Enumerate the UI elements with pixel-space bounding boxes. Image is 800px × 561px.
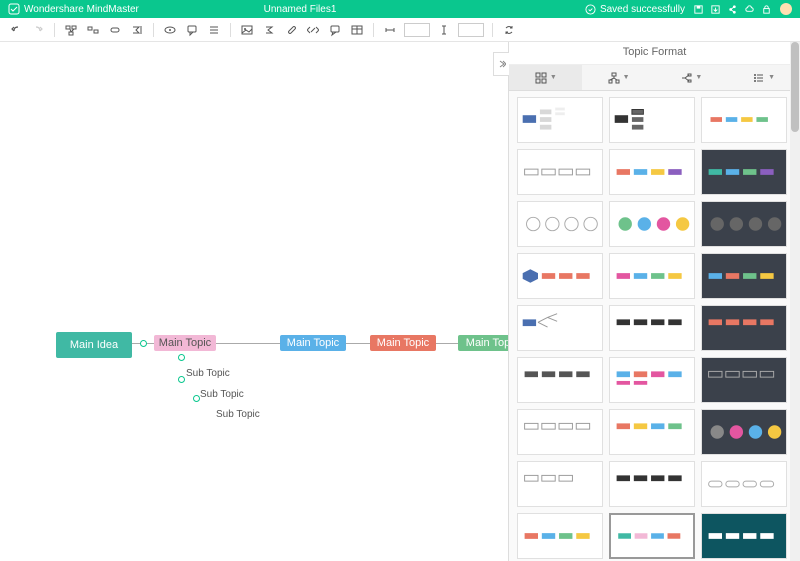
theme-option[interactable] <box>701 253 787 299</box>
height-icon <box>436 22 452 38</box>
title-bar: Wondershare MindMaster Unnamed Files1 Sa… <box>0 0 800 18</box>
theme-option[interactable] <box>609 253 695 299</box>
note-button[interactable] <box>327 22 343 38</box>
theme-option[interactable] <box>609 461 695 507</box>
numbering-button[interactable] <box>206 22 222 38</box>
callout-button[interactable] <box>184 22 200 38</box>
theme-option[interactable] <box>701 357 787 403</box>
grid-icon <box>534 71 548 85</box>
connector-line <box>216 343 280 344</box>
chevron-down-icon: ▼ <box>695 74 702 81</box>
attachment-button[interactable] <box>283 22 299 38</box>
toolbar <box>0 18 800 42</box>
subtopic-button[interactable] <box>63 22 79 38</box>
main-topic-node[interactable]: Main Topic <box>280 335 346 351</box>
panel-tabs: ▼ ▼ ▼ ▼ <box>509 65 800 91</box>
redo-button[interactable] <box>30 22 46 38</box>
hyperlink-button[interactable] <box>305 22 321 38</box>
theme-option[interactable] <box>701 305 787 351</box>
scrollbar-thumb[interactable] <box>791 42 799 132</box>
theme-option[interactable] <box>609 305 695 351</box>
structure-icon <box>607 71 621 85</box>
connector-line <box>346 343 370 344</box>
save-icon[interactable] <box>693 4 704 15</box>
theme-option[interactable] <box>609 149 695 195</box>
theme-option[interactable] <box>517 201 603 247</box>
tab-branch[interactable]: ▼ <box>655 65 728 90</box>
refresh-button[interactable] <box>501 22 517 38</box>
app-name: Wondershare MindMaster <box>24 4 139 15</box>
theme-option[interactable] <box>517 253 603 299</box>
app-logo: Wondershare MindMaster <box>8 3 139 15</box>
relationship-button[interactable] <box>107 22 123 38</box>
theme-option[interactable] <box>701 149 787 195</box>
chevron-down-icon: ▼ <box>623 74 630 81</box>
panel-title: Topic Format <box>509 42 800 65</box>
theme-option[interactable] <box>517 357 603 403</box>
connector-line <box>436 343 458 344</box>
share-icon[interactable] <box>727 4 738 15</box>
picture-button[interactable] <box>239 22 255 38</box>
tab-theme[interactable]: ▼ <box>509 65 582 90</box>
theme-option[interactable] <box>517 513 603 559</box>
scrollbar[interactable] <box>790 42 800 561</box>
save-status-text: Saved successfully <box>600 4 685 15</box>
height-input[interactable] <box>458 23 484 37</box>
theme-option[interactable] <box>609 97 695 143</box>
floating-topic-button[interactable] <box>85 22 101 38</box>
theme-option[interactable] <box>609 357 695 403</box>
format-panel: Topic Format ▼ ▼ ▼ ▼ <box>508 42 800 561</box>
expand-collapse-button[interactable] <box>178 376 185 383</box>
summary-button[interactable] <box>129 22 145 38</box>
theme-option[interactable] <box>701 201 787 247</box>
main-topic-node[interactable]: Main Topic <box>154 335 216 351</box>
theme-option[interactable] <box>701 461 787 507</box>
undo-button[interactable] <box>8 22 24 38</box>
user-avatar[interactable] <box>780 3 792 15</box>
save-status: Saved successfully <box>585 4 685 15</box>
sub-topic-node[interactable]: Sub Topic <box>186 368 230 379</box>
theme-option[interactable] <box>517 97 603 143</box>
theme-option[interactable] <box>609 513 695 559</box>
expand-collapse-button[interactable] <box>178 354 185 361</box>
theme-option[interactable] <box>517 305 603 351</box>
expand-collapse-button[interactable] <box>193 395 200 402</box>
collapse-panel-button[interactable] <box>493 52 509 76</box>
boundary-button[interactable] <box>162 22 178 38</box>
table-button[interactable] <box>349 22 365 38</box>
lock-icon[interactable] <box>761 4 772 15</box>
formula-button[interactable] <box>261 22 277 38</box>
theme-option[interactable] <box>701 409 787 455</box>
document-filename[interactable]: Unnamed Files1 <box>264 4 337 15</box>
chevron-down-icon: ▼ <box>768 74 775 81</box>
main-idea-node[interactable]: Main Idea <box>56 332 132 358</box>
width-input[interactable] <box>404 23 430 37</box>
chevron-down-icon: ▼ <box>550 74 557 81</box>
sub-topic-node[interactable]: Sub Topic <box>216 409 260 420</box>
theme-option[interactable] <box>609 409 695 455</box>
width-icon <box>382 22 398 38</box>
list-icon <box>752 71 766 85</box>
expand-collapse-button[interactable] <box>140 340 147 347</box>
theme-option[interactable] <box>517 461 603 507</box>
sub-topic-node[interactable]: Sub Topic <box>200 389 244 400</box>
cloud-icon[interactable] <box>744 4 755 15</box>
tab-layout[interactable]: ▼ <box>582 65 655 90</box>
theme-option[interactable] <box>517 149 603 195</box>
main-topic-node[interactable]: Main Topic <box>370 335 436 351</box>
export-icon[interactable] <box>710 4 721 15</box>
theme-option[interactable] <box>609 201 695 247</box>
branch-icon <box>679 71 693 85</box>
theme-option[interactable] <box>701 97 787 143</box>
theme-option[interactable] <box>517 409 603 455</box>
theme-option[interactable] <box>701 513 787 559</box>
theme-gallery <box>509 91 800 561</box>
